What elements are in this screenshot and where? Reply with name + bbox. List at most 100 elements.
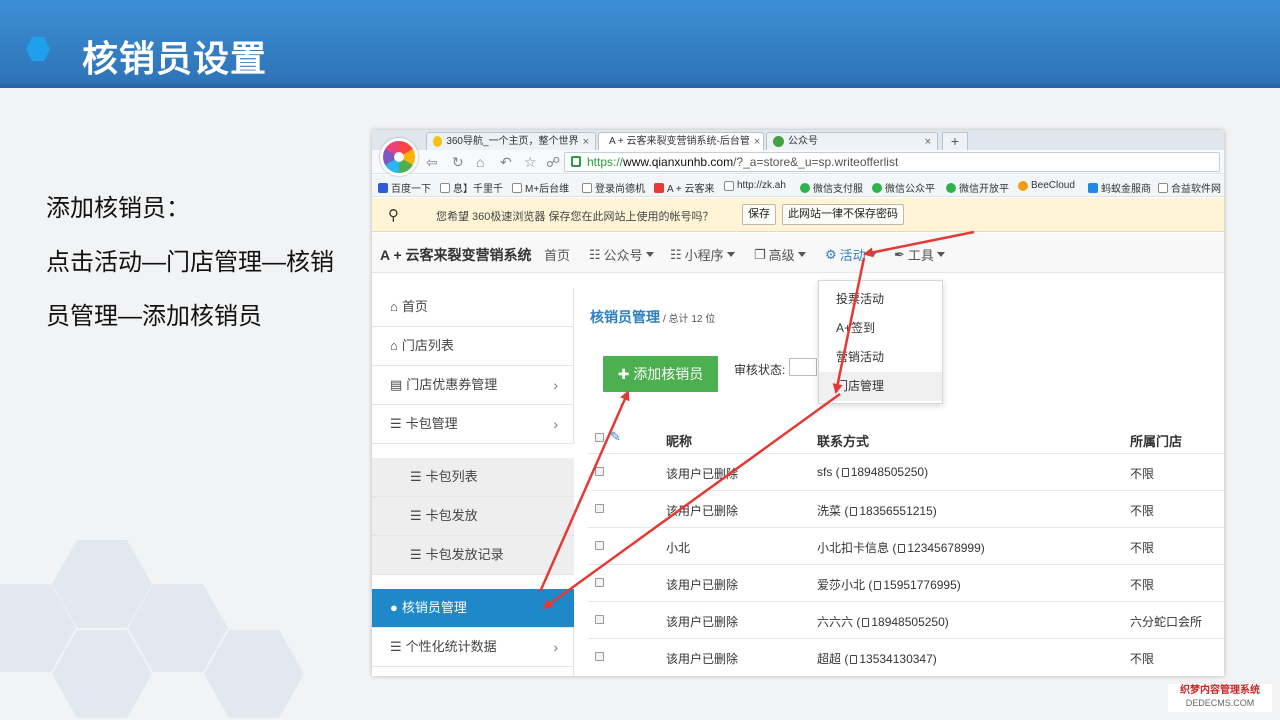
never-save-button[interactable]: 此网站一律不保存密码 — [782, 204, 904, 225]
watermark-line: DEDECMS.COM — [1185, 698, 1255, 708]
url-input[interactable]: https://www.qianxunhb.com/?_a=store&_u=s… — [564, 152, 1220, 172]
row-checkbox[interactable] — [595, 541, 604, 550]
select-all-checkbox[interactable] — [595, 433, 604, 442]
store: 不限 — [1130, 504, 1155, 518]
caret-down-icon — [797, 252, 806, 257]
menu-item-store-management[interactable]: 门店管理 — [819, 372, 942, 401]
sidebar-item-stats[interactable]: ☰ 个性化统计数据 › — [372, 628, 574, 667]
row-checkbox[interactable] — [595, 652, 604, 661]
bookmark-item[interactable]: 合益软件网 — [1158, 180, 1221, 195]
row-checkbox[interactable] — [595, 615, 604, 624]
contact: 六六六 (18948505250) — [817, 615, 949, 629]
nav-home[interactable]: 首页 — [544, 245, 570, 264]
page-icon — [1158, 182, 1168, 193]
bookmark-item[interactable]: 微信公众平 — [872, 180, 935, 195]
save-password-button[interactable]: 保存 — [742, 204, 776, 225]
list-icon: ☰ — [410, 547, 422, 562]
bookmark-item[interactable]: 百度一下 — [378, 180, 431, 195]
tab-360-nav[interactable]: 360导航_一个主页，整个世界 × — [426, 132, 596, 150]
browser-screenshot: 360导航_一个主页，整个世界 × A + 云客来裂变营销系统-后台管 × 公众… — [372, 130, 1224, 676]
page-icon — [582, 182, 592, 193]
contact: 超超 (13534130347) — [817, 652, 937, 666]
sidebar-item-cardpack[interactable]: ☰ 卡包管理 › — [372, 405, 574, 444]
star-icon[interactable]: ☆ — [524, 154, 537, 170]
nickname: 该用户已删除 — [666, 578, 739, 592]
page-title[interactable]: 核销员管理 — [590, 307, 660, 327]
sidebar: ⌂ 首页 ⌂ 门店列表 ▤ 门店优惠券管理 › ☰ 卡包管理 › ☰ 卡包列表 ☰ 卡包发放… — [372, 288, 574, 676]
bookmark-item[interactable]: 登录尚德机 — [582, 180, 645, 195]
column-contact: 联系方式 — [817, 434, 870, 449]
contact: sfs (18948505250) — [817, 465, 929, 479]
close-icon[interactable]: × — [925, 134, 931, 150]
ticket-icon: ▤ — [390, 377, 403, 392]
bookmark-item[interactable]: 息】千里千 — [440, 180, 503, 195]
bookmark-item[interactable]: 微信支付服 — [800, 180, 863, 195]
bookmark-item[interactable]: BeeCloud — [1018, 180, 1075, 191]
close-icon[interactable]: × — [583, 134, 589, 150]
nav-miniprogram[interactable]: ☷ 小程序 — [670, 245, 735, 264]
sitemap-icon: ☷ — [670, 246, 682, 262]
phone-icon — [862, 618, 870, 627]
table-row: 小北 小北扣卡信息 (12345678999) 不限 — [588, 527, 1224, 564]
instruction-line: 点击活动—门店管理—核销员管理—添加核销员 — [46, 249, 334, 330]
slide-header: 核销员设置 — [0, 0, 1280, 88]
close-icon[interactable]: × — [754, 134, 760, 150]
bookmark-item[interactable]: M+后台维 — [512, 180, 569, 195]
menu-item-marketing[interactable]: 营销活动 — [819, 343, 942, 372]
column-nickname: 昵称 — [666, 434, 693, 449]
column-store: 所属门店 — [1130, 434, 1183, 449]
list-icon: ☰ — [410, 469, 422, 484]
tab-gongzhonghao[interactable]: 公众号 × — [766, 132, 938, 150]
nav-advanced[interactable]: ❐ 高级 — [754, 245, 806, 264]
watermark-line: 织梦内容管理系统 — [1180, 685, 1260, 696]
caret-down-icon — [868, 252, 877, 257]
nav-tools[interactable]: ✒ 工具 — [894, 245, 945, 264]
bookmark-item[interactable]: 微信开放平 — [946, 180, 1009, 195]
home-icon[interactable]: ⌂ — [476, 154, 484, 170]
yunkelai-icon — [654, 182, 664, 193]
caret-down-icon — [645, 252, 654, 257]
key-icon: ⚲ — [388, 207, 399, 224]
cube-icon: ❐ — [754, 246, 766, 262]
menu-item-vote[interactable]: 投票活动 — [819, 285, 942, 314]
store: 不限 — [1130, 578, 1155, 592]
tab-yunkelai[interactable]: A + 云客来裂变营销系统-后台管 × — [598, 132, 764, 150]
sidebar-item-card-list[interactable]: ☰ 卡包列表 — [372, 458, 574, 497]
sidebar-item-home[interactable]: ⌂ 首页 — [372, 288, 574, 327]
new-tab-button[interactable]: + — [942, 132, 968, 150]
shield-icon: ☍ — [546, 154, 561, 170]
undo-icon[interactable]: ↶ — [500, 154, 512, 170]
table-header: ✎ 昵称 联系方式 所属门店 — [588, 427, 1224, 453]
favicon-icon — [773, 136, 784, 147]
tab-label: A + 云客来裂变营销系统-后台管 — [609, 135, 750, 147]
sidebar-item-store-list[interactable]: ⌂ 门店列表 — [372, 327, 574, 366]
app-brand[interactable]: A + 云客来裂变营销系统 — [380, 245, 532, 265]
nav-gongzhonghao[interactable]: ☷ 公众号 — [589, 245, 654, 264]
sidebar-item-coupons[interactable]: ▤ 门店优惠券管理 › — [372, 366, 574, 405]
row-checkbox[interactable] — [595, 578, 604, 587]
app-navbar: A + 云客来裂变营销系统 首页 ☷ 公众号 ☷ 小程序 ❐ 高级 ⚙ 活动 ✒ 工具 — [372, 233, 1224, 273]
audit-status-select[interactable] — [789, 358, 817, 376]
plus-icon: ✚ — [617, 366, 630, 382]
chevron-right-icon: › — [553, 416, 558, 432]
row-checkbox[interactable] — [595, 504, 604, 513]
gear-icon: ⚙ — [825, 246, 837, 262]
row-checkbox[interactable] — [595, 467, 604, 476]
sidebar-item-verifier[interactable]: ● 核销员管理 — [372, 589, 574, 628]
sidebar-item-card-records[interactable]: ☰ 卡包发放记录 — [372, 536, 574, 575]
menu-item-checkin[interactable]: A+签到 — [819, 314, 942, 343]
edit-icon[interactable]: ✎ — [610, 429, 621, 445]
back-icon[interactable]: ⇦ — [426, 154, 438, 170]
nav-activity[interactable]: ⚙ 活动 — [825, 245, 877, 264]
nickname: 该用户已删除 — [666, 652, 739, 666]
nickname: 该用户已删除 — [666, 504, 739, 518]
antfin-icon — [1088, 182, 1098, 193]
browser-logo-icon — [380, 138, 418, 176]
add-verifier-button[interactable]: ✚ 添加核销员 — [603, 356, 718, 392]
bookmark-item[interactable]: 蚂蚁金服商 — [1088, 180, 1151, 195]
bookmark-item[interactable]: A + 云客来 — [654, 180, 715, 195]
refresh-icon[interactable]: ↻ — [452, 154, 464, 170]
sidebar-item-card-issue[interactable]: ☰ 卡包发放 — [372, 497, 574, 536]
wechat-icon — [946, 182, 956, 193]
bookmark-item[interactable]: http://zk.ah — [724, 180, 786, 191]
